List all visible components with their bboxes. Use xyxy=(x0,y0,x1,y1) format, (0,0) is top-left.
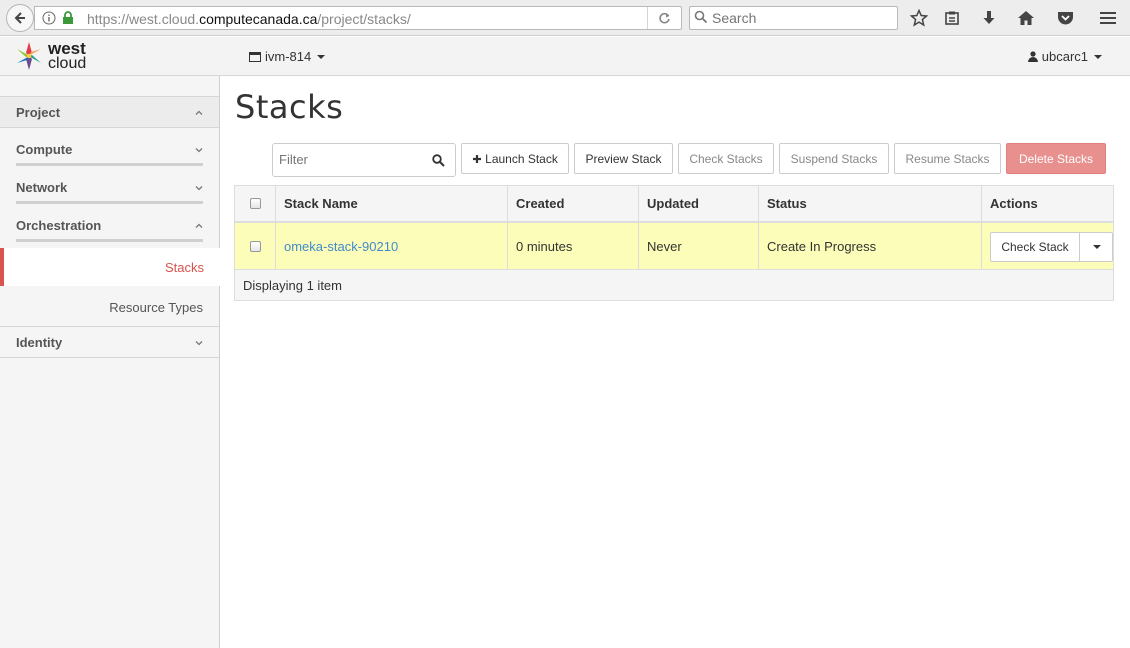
search-icon xyxy=(694,10,708,24)
home-icon xyxy=(1018,11,1034,25)
project-icon xyxy=(249,51,261,62)
address-bar[interactable]: https://west.cloud.computecanada.ca/proj… xyxy=(34,6,682,30)
sidebar-orchestration[interactable]: Orchestration xyxy=(0,204,219,242)
row-checkbox[interactable] xyxy=(249,240,261,252)
logo-word-west: west xyxy=(48,39,86,58)
clipboard-icon xyxy=(945,11,959,25)
west-cloud-logo[interactable]: west cloud xyxy=(14,40,86,72)
reading-list-button[interactable] xyxy=(941,7,963,29)
sidebar-item-stacks-label: Stacks xyxy=(164,260,204,275)
download-arrow-icon xyxy=(983,11,995,24)
user-name: ubcarc1 xyxy=(1041,49,1088,64)
filter-box[interactable] xyxy=(272,143,456,177)
star-icon xyxy=(910,9,928,27)
row-action-group: Check Stack xyxy=(990,232,1113,262)
check-stack-button[interactable]: Check Stack xyxy=(991,233,1080,261)
logo-word-cloud: cloud xyxy=(48,55,87,72)
table-row: omeka-stack-90210 0 minutes Never Create… xyxy=(235,223,1113,270)
user-menu[interactable]: ubcarc1 xyxy=(1027,49,1102,64)
app-header: west cloud ivm-814 ubcarc1 xyxy=(0,37,1130,76)
launch-stack-label: Launch Stack xyxy=(485,151,558,166)
sidebar-identity-label: Identity xyxy=(16,335,63,350)
page-title: Stacks xyxy=(235,88,344,126)
home-button[interactable] xyxy=(1015,7,1037,29)
column-header-stack-name[interactable]: Stack Name xyxy=(276,186,508,221)
delete-stacks-button[interactable]: Delete Stacks xyxy=(1006,143,1106,174)
sidebar-compute[interactable]: Compute xyxy=(0,128,219,166)
reload-button[interactable] xyxy=(647,7,681,29)
url-text: https://west.cloud.computecanada.ca/proj… xyxy=(87,11,411,27)
bookmark-star-button[interactable] xyxy=(908,7,930,29)
stack-name-link[interactable]: omeka-stack-90210 xyxy=(284,239,398,254)
browser-search[interactable] xyxy=(689,6,898,30)
plus-icon xyxy=(473,154,482,163)
caret-down-icon xyxy=(317,54,326,59)
browser-search-input[interactable] xyxy=(712,9,892,27)
item-count: Displaying 1 item xyxy=(243,277,342,293)
chevron-up-icon xyxy=(195,223,203,228)
sidebar-orchestration-label: Orchestration xyxy=(16,218,102,233)
check-stack-label: Check Stack xyxy=(1001,240,1069,254)
caret-down-icon xyxy=(1094,54,1102,59)
check-stacks-label: Check Stacks xyxy=(689,151,763,166)
check-stacks-button[interactable]: Check Stacks xyxy=(678,143,774,174)
sidebar-item-stacks[interactable]: Stacks xyxy=(0,248,220,286)
chevron-down-icon xyxy=(195,186,203,191)
sidebar-project[interactable]: Project xyxy=(0,96,219,128)
table-header-row: Stack Name Created Updated Status Action… xyxy=(235,186,1113,223)
sidebar-network-label: Network xyxy=(16,180,68,195)
column-header-updated[interactable]: Updated xyxy=(639,186,759,221)
resume-stacks-button[interactable]: Resume Stacks xyxy=(894,143,1001,174)
launch-stack-button[interactable]: Launch Stack xyxy=(461,143,569,174)
project-name: ivm-814 xyxy=(265,49,312,64)
column-header-created[interactable]: Created xyxy=(508,186,639,221)
info-icon[interactable] xyxy=(42,11,56,25)
chevron-down-icon xyxy=(195,148,203,153)
chevron-up-icon xyxy=(195,110,203,115)
back-button[interactable] xyxy=(6,4,34,32)
lock-icon xyxy=(63,11,73,24)
sidebar-compute-label: Compute xyxy=(16,142,73,157)
suspend-stacks-button[interactable]: Suspend Stacks xyxy=(779,143,889,174)
menu-button[interactable] xyxy=(1097,7,1119,29)
pocket-button[interactable] xyxy=(1054,7,1076,29)
preview-stack-label: Preview Stack xyxy=(585,151,662,166)
sidebar-item-resource-types-label: Resource Types xyxy=(109,300,203,315)
arrow-left-icon xyxy=(14,12,25,24)
select-all-checkbox[interactable] xyxy=(249,198,261,209)
reload-icon xyxy=(659,12,670,23)
column-header-status[interactable]: Status xyxy=(759,186,982,221)
actions-cell: Check Stack xyxy=(982,223,1113,269)
browser-toolbar: https://west.cloud.computecanada.ca/proj… xyxy=(0,0,1130,36)
sidebar-network[interactable]: Network xyxy=(0,166,219,204)
select-all-cell xyxy=(235,186,276,221)
stacks-table: Stack Name Created Updated Status Action… xyxy=(234,185,1114,301)
updated-cell: Never xyxy=(639,223,759,269)
stack-name-cell: omeka-stack-90210 xyxy=(276,223,508,269)
filter-input[interactable] xyxy=(279,152,429,167)
sidebar-project-label: Project xyxy=(16,105,61,120)
sidebar: Project Compute Network Orchestration St… xyxy=(0,76,220,648)
resume-stacks-label: Resume Stacks xyxy=(905,151,990,166)
row-select-cell xyxy=(235,223,276,269)
delete-stacks-label: Delete Stacks xyxy=(1018,151,1094,166)
preview-stack-button[interactable]: Preview Stack xyxy=(574,143,673,174)
pocket-icon xyxy=(1057,12,1073,25)
downloads-button[interactable] xyxy=(978,7,1000,29)
search-icon[interactable] xyxy=(432,154,445,167)
suspend-stacks-label: Suspend Stacks xyxy=(790,151,878,166)
project-switcher[interactable]: ivm-814 xyxy=(249,49,326,64)
status-cell: Create In Progress xyxy=(759,223,982,269)
created-cell: 0 minutes xyxy=(508,223,639,269)
user-icon xyxy=(1027,51,1038,62)
logo-star-icon xyxy=(17,42,41,70)
column-header-actions: Actions xyxy=(990,196,1038,211)
chevron-down-icon xyxy=(195,341,203,346)
sidebar-item-resource-types[interactable]: Resource Types xyxy=(0,288,219,326)
hamburger-icon xyxy=(1100,12,1116,24)
caret-down-icon xyxy=(1093,245,1101,249)
row-actions-dropdown[interactable] xyxy=(1080,233,1112,261)
table-footer: Displaying 1 item xyxy=(235,270,1113,300)
sidebar-identity[interactable]: Identity xyxy=(0,326,219,358)
